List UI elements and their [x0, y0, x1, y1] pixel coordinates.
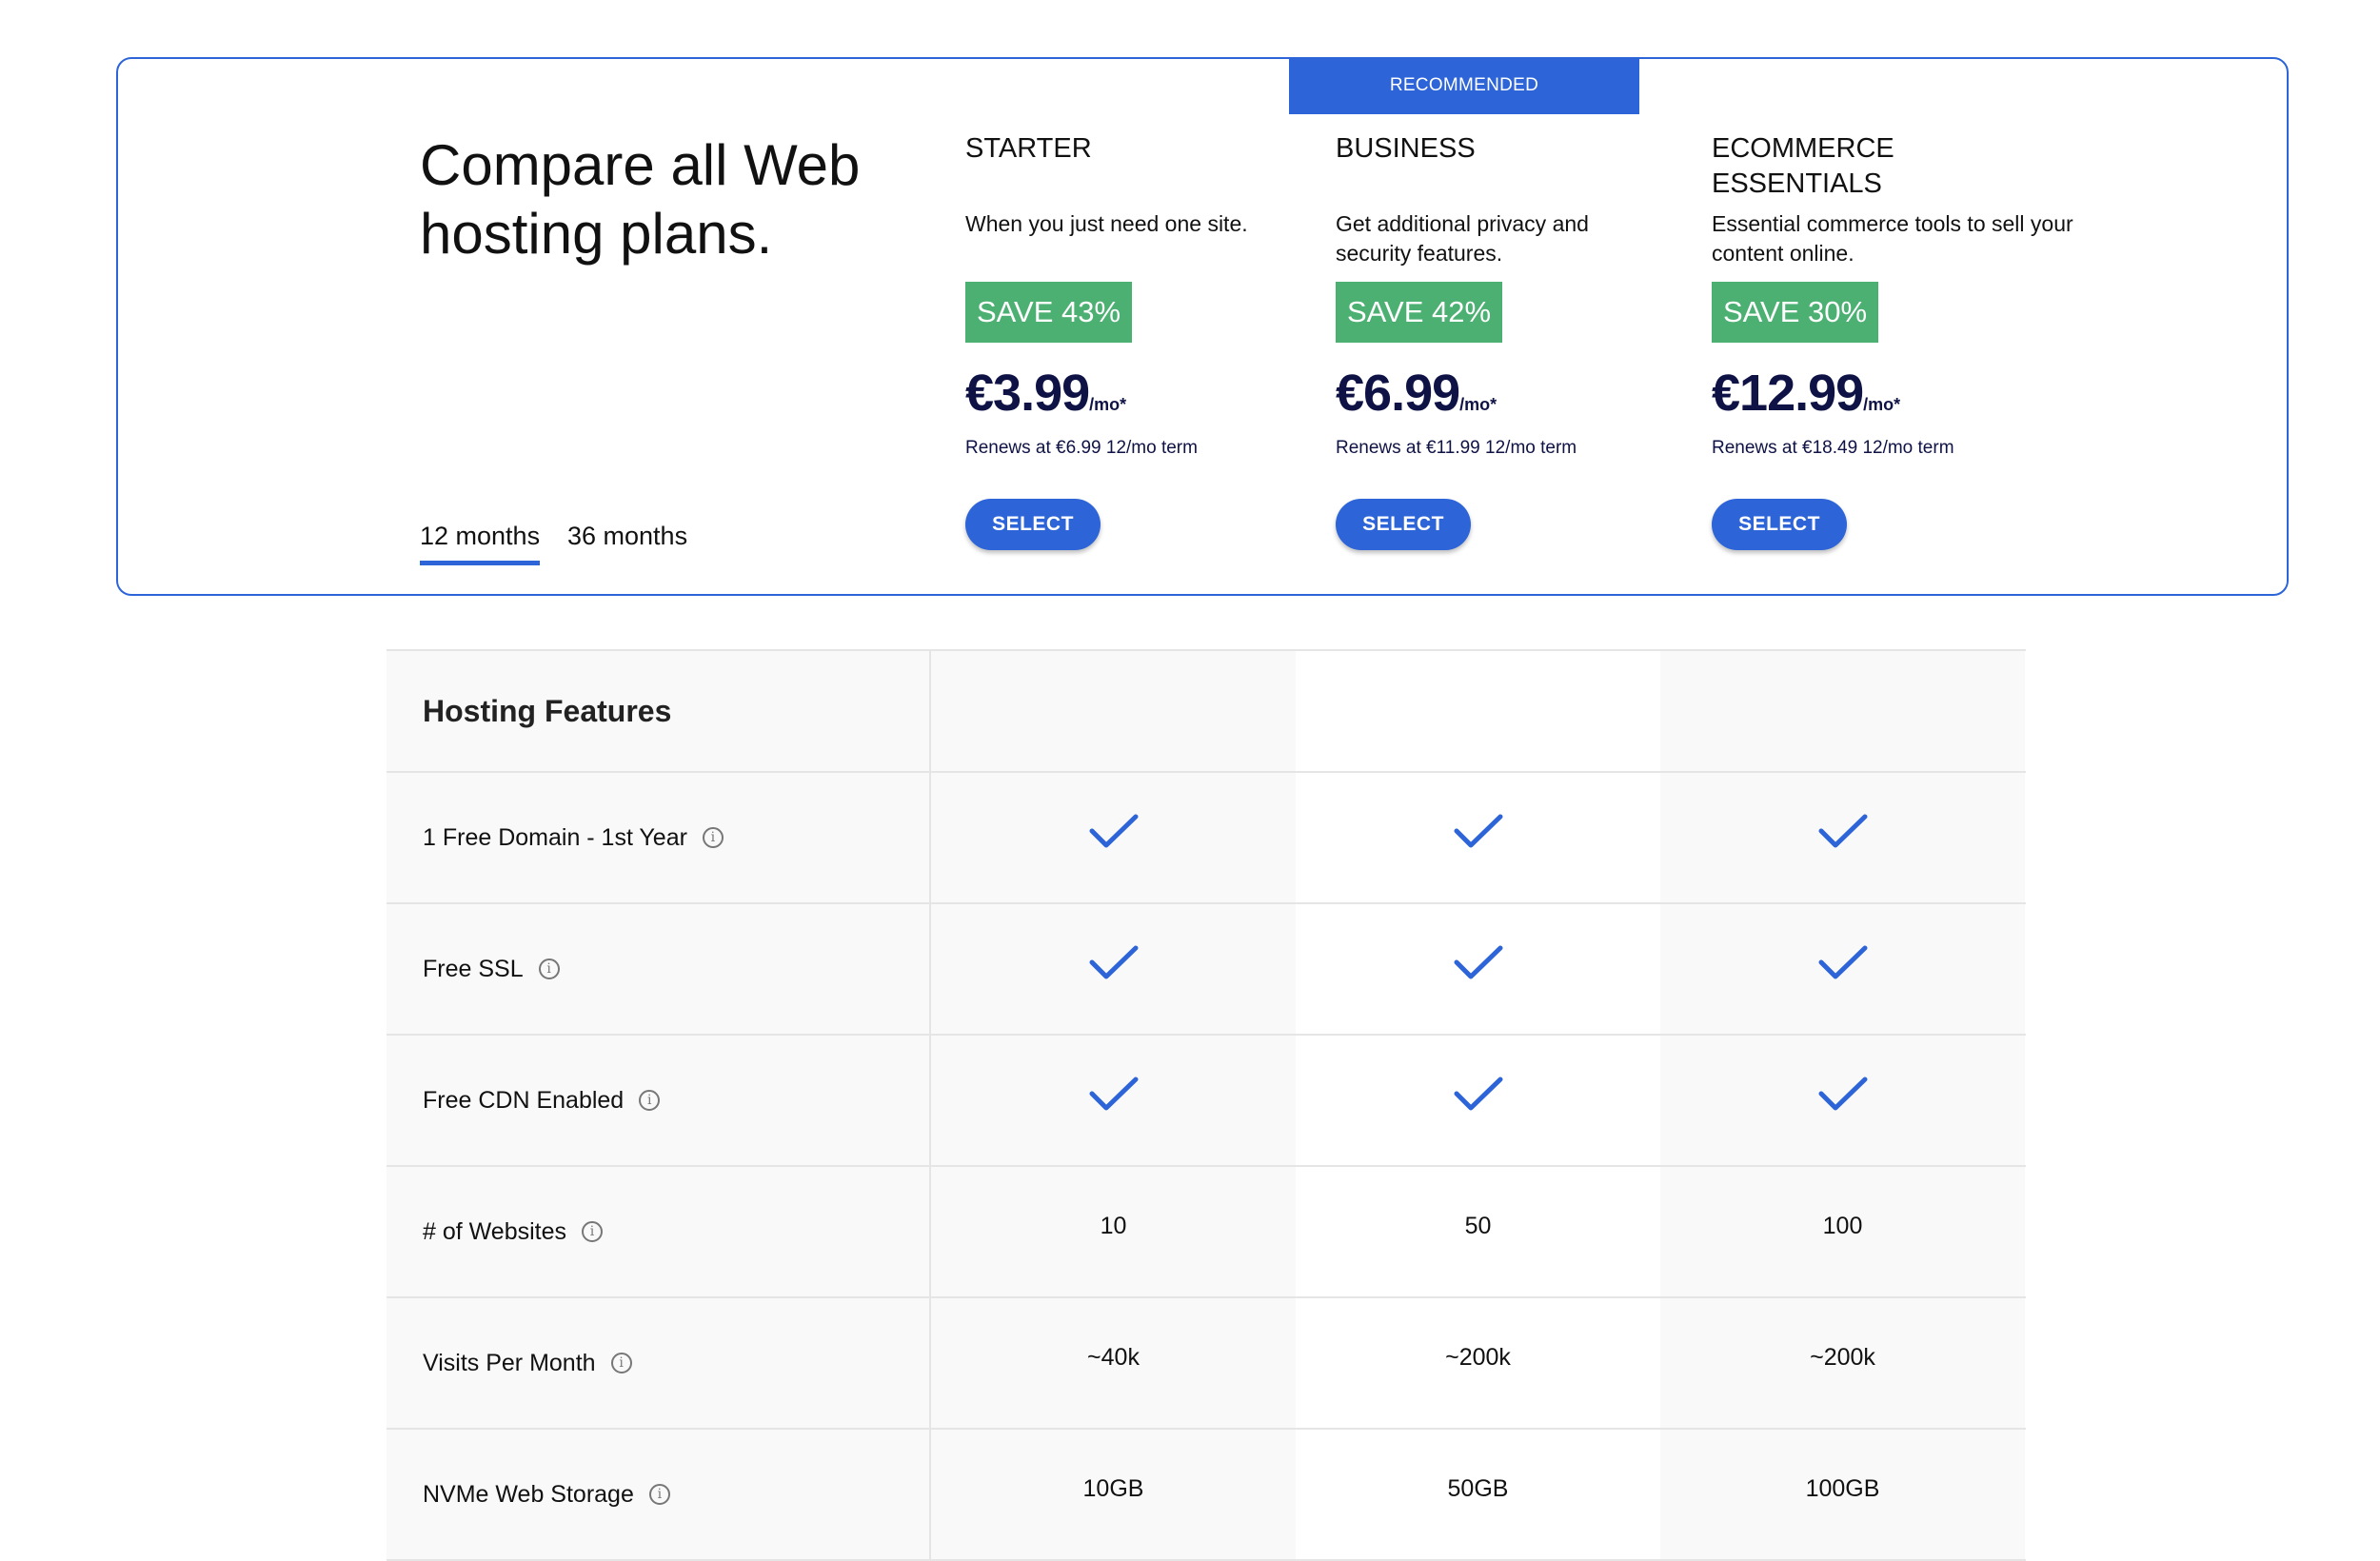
features-table: Hosting Features 1 Free Domain - 1st Yea…	[387, 649, 2026, 1561]
plan-business: BUSINESS Get additional privacy and secu…	[1336, 131, 1697, 550]
table-cell	[1660, 773, 2025, 902]
table-cell: ~200k	[1296, 1298, 1660, 1428]
price: €3.99/mo*	[965, 364, 1126, 423]
feature-label: 1 Free Domain - 1st Year i	[387, 773, 931, 902]
features-heading: Hosting Features	[387, 651, 931, 771]
save-badge: SAVE 42%	[1336, 282, 1503, 343]
table-cell	[1660, 1036, 2025, 1165]
table-row: Free CDN Enabled i	[387, 1036, 2026, 1167]
table-row: NVMe Web Storage i 10GB 50GB 100GB	[387, 1430, 2026, 1561]
plan-description: Essential commerce tools to sell your co…	[1712, 211, 2073, 266]
feature-label-text: 1 Free Domain - 1st Year	[423, 823, 687, 851]
recommended-banner: RECOMMENDED	[1289, 57, 1639, 114]
cell-value: 100GB	[1805, 1474, 1880, 1502]
checkmark-icon	[1818, 814, 1868, 850]
checkmark-icon	[1454, 814, 1503, 850]
table-cell	[1660, 904, 2025, 1034]
page-title: Compare all Web hosting plans.	[420, 133, 861, 266]
plan-starter: STARTER When you just need one site. SAV…	[965, 131, 1327, 550]
renewal-text: Renews at €18.49 12/mo term	[1712, 438, 1954, 458]
table-cell: 50	[1296, 1167, 1660, 1296]
table-cell	[1296, 773, 1660, 902]
renewal-text: Renews at €11.99 12/mo term	[1336, 438, 1577, 458]
price-unit: /mo*	[1863, 395, 1901, 414]
cell-value: 100	[1822, 1212, 1863, 1239]
table-cell: 50GB	[1296, 1430, 1660, 1559]
cell-value: 50GB	[1447, 1474, 1509, 1502]
cell-value: 50	[1464, 1212, 1492, 1239]
feature-label: Visits Per Month i	[387, 1298, 931, 1428]
checkmark-icon	[1089, 814, 1139, 850]
feature-label-text: Visits Per Month	[423, 1349, 596, 1376]
plan-name: STARTER	[965, 133, 1092, 164]
table-row: # of Websites i 10 50 100	[387, 1167, 2026, 1298]
feature-label: Free CDN Enabled i	[387, 1036, 931, 1165]
table-cell	[1296, 651, 1660, 771]
table-row: Visits Per Month i ~40k ~200k ~200k	[387, 1298, 2026, 1430]
price-unit: /mo*	[1089, 395, 1127, 414]
info-icon[interactable]: i	[702, 827, 724, 848]
table-cell: ~200k	[1660, 1298, 2025, 1428]
table-cell	[931, 1036, 1296, 1165]
checkmark-icon	[1089, 945, 1139, 981]
table-cell: 100GB	[1660, 1430, 2025, 1559]
tab-36-months[interactable]: 36 months	[567, 522, 687, 561]
table-cell	[931, 904, 1296, 1034]
cell-value: ~40k	[1087, 1343, 1140, 1371]
price-unit: /mo*	[1459, 395, 1497, 414]
checkmark-icon	[1818, 945, 1868, 981]
price: €6.99/mo*	[1336, 364, 1497, 423]
checkmark-icon	[1454, 945, 1503, 981]
table-header-row: Hosting Features	[387, 651, 2026, 773]
save-badge: SAVE 43%	[965, 282, 1133, 343]
save-badge: SAVE 30%	[1712, 282, 1879, 343]
table-cell	[931, 651, 1296, 771]
table-cell: 10GB	[931, 1430, 1296, 1559]
select-business-button[interactable]: SELECT	[1336, 499, 1471, 550]
table-cell	[1660, 651, 2025, 771]
feature-label: # of Websites i	[387, 1167, 931, 1296]
feature-label: NVMe Web Storage i	[387, 1430, 931, 1559]
plan-name: BUSINESS	[1336, 133, 1476, 164]
renewal-text: Renews at €6.99 12/mo term	[965, 438, 1198, 458]
feature-label-text: # of Websites	[423, 1217, 567, 1245]
table-row: Free SSL i	[387, 904, 2026, 1036]
cell-value: 10GB	[1082, 1474, 1144, 1502]
price-amount: €12.99	[1712, 365, 1864, 422]
tab-12-months[interactable]: 12 months	[420, 522, 541, 565]
cell-value: 10	[1100, 1212, 1127, 1239]
table-cell	[1296, 904, 1660, 1034]
table-cell: 10	[931, 1167, 1296, 1296]
table-cell	[931, 773, 1296, 902]
plan-description: When you just need one site.	[965, 211, 1248, 236]
plan-description: Get additional privacy and security feat…	[1336, 211, 1589, 266]
table-cell: ~40k	[931, 1298, 1296, 1428]
info-icon[interactable]: i	[610, 1353, 632, 1373]
table-cell	[1296, 1036, 1660, 1165]
info-icon[interactable]: i	[582, 1221, 604, 1242]
cell-value: ~200k	[1445, 1343, 1511, 1371]
feature-label-text: Free CDN Enabled	[423, 1086, 625, 1114]
select-ecommerce-button[interactable]: SELECT	[1712, 499, 1847, 550]
feature-label: Free SSL i	[387, 904, 931, 1034]
cell-value: ~200k	[1810, 1343, 1875, 1371]
price: €12.99/mo*	[1712, 364, 1900, 423]
plan-ecommerce-essentials: ECOMMERCE ESSENTIALS Essential commerce …	[1712, 131, 2073, 550]
price-amount: €6.99	[1336, 365, 1460, 422]
info-icon[interactable]: i	[639, 1090, 661, 1111]
info-icon[interactable]: i	[538, 958, 560, 979]
table-row: 1 Free Domain - 1st Year i	[387, 773, 2026, 904]
info-icon[interactable]: i	[648, 1484, 670, 1505]
plan-name: ECOMMERCE ESSENTIALS	[1712, 133, 1894, 199]
select-starter-button[interactable]: SELECT	[965, 499, 1101, 550]
feature-label-text: NVMe Web Storage	[423, 1480, 634, 1508]
price-amount: €3.99	[965, 365, 1090, 422]
table-cell: 100	[1660, 1167, 2025, 1296]
checkmark-icon	[1818, 1077, 1868, 1113]
checkmark-icon	[1454, 1077, 1503, 1113]
feature-label-text: Free SSL	[423, 955, 524, 982]
checkmark-icon	[1089, 1077, 1139, 1113]
